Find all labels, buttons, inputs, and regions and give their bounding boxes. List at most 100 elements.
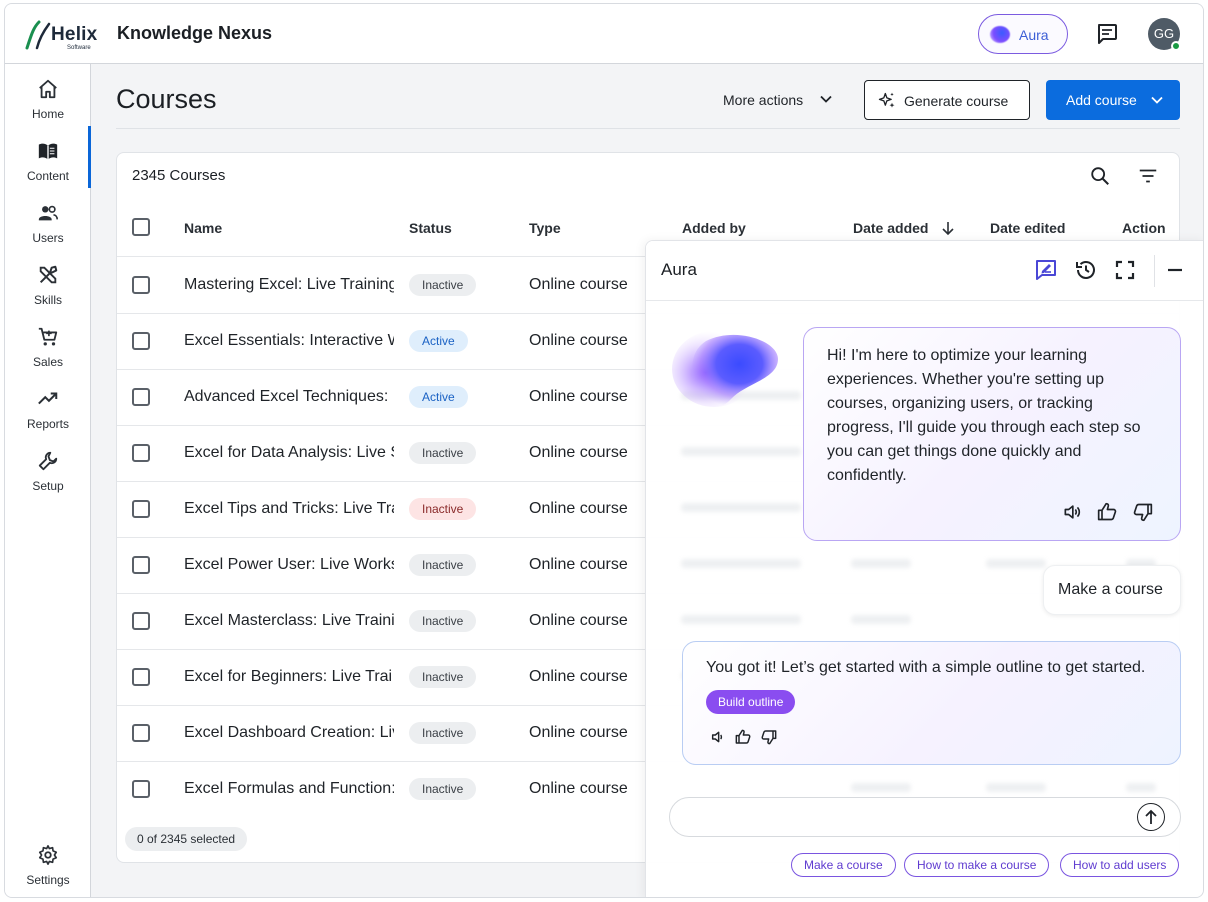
aura-panel-header: Aura [646,241,1203,301]
column-header-date-added[interactable]: Date added [853,220,928,236]
nav-item-content[interactable]: Content [5,132,91,188]
fullscreen-icon[interactable] [1113,258,1137,282]
logo-wordmark: Helix [51,24,98,45]
status-badge: Inactive [409,274,477,296]
status-badge: Inactive [409,554,477,576]
row-checkbox[interactable] [132,276,150,294]
aura-panel-title: Aura [661,260,697,279]
column-header-date-edited[interactable]: Date edited [990,220,1065,236]
status-badge: Active [409,386,468,408]
row-checkbox[interactable] [132,332,150,350]
thumbs-down-icon[interactable] [1133,502,1153,522]
send-message-button[interactable] [1137,803,1165,831]
speaker-icon[interactable] [1062,502,1082,522]
nav-item-users[interactable]: Users [5,194,91,250]
search-icon[interactable] [1089,165,1111,187]
course-name[interactable]: Excel Tips and Tricks: Live Tra [184,500,394,518]
assistant-reply-text: You got it! Let’s get started with a sim… [706,659,1146,676]
selection-count-badge: 0 of 2345 selected [125,827,248,851]
course-type: Online course [529,444,628,461]
row-checkbox[interactable] [132,500,150,518]
history-icon[interactable] [1074,258,1098,282]
course-type: Online course [529,276,628,293]
course-type: Online course [529,668,628,685]
thumbs-down-icon[interactable] [761,729,777,745]
chevron-down-icon[interactable] [1150,93,1164,107]
thumbs-up-icon[interactable] [735,729,751,745]
left-navigation: Home Content Users Skills Sales Reports … [5,64,91,897]
column-header-status[interactable]: Status [409,220,452,236]
nav-label-skills: Skills [33,293,62,307]
messages-icon[interactable] [1095,22,1119,46]
column-header-name[interactable]: Name [184,220,222,236]
thumbs-up-icon[interactable] [1097,502,1117,522]
select-all-checkbox[interactable] [132,218,150,236]
nav-item-settings[interactable]: Settings [5,836,91,892]
sort-descending-icon[interactable] [940,220,956,236]
row-checkbox[interactable] [132,668,150,686]
wrench-icon [38,451,58,471]
course-type: Online course [529,612,628,629]
course-name[interactable]: Excel Masterclass: Live Traini [184,612,394,630]
aura-input-overlay [669,797,1181,837]
column-header-type[interactable]: Type [529,220,561,236]
course-name[interactable]: Excel for Data Analysis: Live S [184,444,394,462]
course-type: Online course [529,332,628,349]
cart-icon [38,327,58,346]
course-name[interactable]: Excel Essentials: Interactive W [184,332,394,350]
book-icon [38,143,58,160]
gear-icon [38,845,58,865]
users-icon [38,205,58,221]
column-header-action: Action [1122,220,1166,236]
filter-icon[interactable] [1137,165,1159,187]
suggestion-make-course[interactable]: Make a course [791,853,896,877]
suggestion-how-to-add-users[interactable]: How to add users [1060,853,1180,877]
app-title: Knowledge Nexus [117,23,273,43]
trending-up-icon [38,392,58,405]
status-badge: Inactive [409,442,477,464]
courses-count: 2345 Courses [132,167,226,184]
speaker-icon[interactable] [710,729,726,745]
course-name[interactable]: Mastering Excel: Live Training [184,276,394,294]
sparkle-icon [878,92,895,108]
assistant-greeting-message: Hi! I'm here to optimize your learning e… [803,327,1181,541]
nav-item-skills[interactable]: Skills [5,256,91,312]
generate-course-button[interactable]: Generate course [864,80,1030,120]
add-course-button[interactable]: Add course [1046,80,1180,120]
row-checkbox[interactable] [132,724,150,742]
user-message-text: Make a course [1058,581,1163,598]
status-badge: Active [409,330,468,352]
row-checkbox[interactable] [132,612,150,630]
suggestion-how-to-make-course[interactable]: How to make a course [904,853,1050,877]
row-checkbox[interactable] [132,388,150,406]
aura-button-label: Aura [1019,27,1049,43]
column-header-added-by[interactable]: Added by [682,220,746,236]
new-chat-icon[interactable] [1034,258,1058,282]
row-checkbox[interactable] [132,556,150,574]
helix-logo[interactable]: Helix Software [23,18,97,52]
nav-label-setup: Setup [32,479,64,493]
aura-avatar-orb-icon [672,331,778,408]
nav-item-sales[interactable]: Sales [5,318,91,374]
nav-label-settings: Settings [26,873,70,887]
logo-subtitle: Software [67,45,91,51]
nav-item-reports[interactable]: Reports [5,380,91,436]
course-name[interactable]: Excel Power User: Live Works [184,556,394,574]
nav-label-reports: Reports [26,417,70,431]
build-outline-button[interactable]: Build outline [706,690,796,714]
minimize-icon[interactable] [1163,258,1187,282]
course-name[interactable]: Excel Dashboard Creation: Liv [184,724,394,742]
status-badge: Inactive [409,666,477,688]
row-checkbox[interactable] [132,780,150,798]
aura-button[interactable]: Aura [978,14,1068,54]
user-message: Make a course [1043,565,1181,615]
nav-item-home[interactable]: Home [5,70,91,126]
generate-course-label: Generate course [904,93,1009,109]
more-actions-button[interactable]: More actions [713,80,843,118]
course-name[interactable]: Excel for Beginners: Live Trai [184,668,394,686]
course-name[interactable]: Advanced Excel Techniques: [184,388,394,406]
nav-item-setup[interactable]: Setup [5,442,91,498]
course-name[interactable]: Excel Formulas and Function: [184,780,394,798]
row-checkbox[interactable] [132,444,150,462]
app-window: Helix Software Knowledge Nexus Aura GG H… [4,3,1204,898]
